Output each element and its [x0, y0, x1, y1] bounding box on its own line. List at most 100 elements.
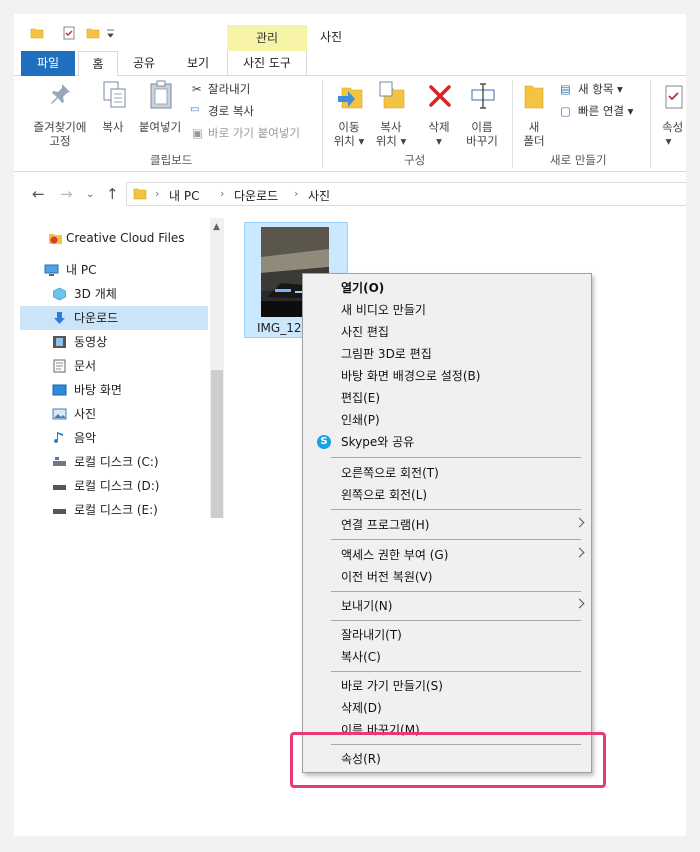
properties-label: 속성 [662, 120, 684, 134]
sidebar-item-desktop[interactable]: 바탕 화면 [20, 378, 208, 402]
properties-highlight-box [290, 732, 606, 788]
move-to-icon [338, 87, 363, 109]
delete-button[interactable]: 삭제 ▾ [422, 120, 456, 148]
ribbon-separator [512, 80, 513, 168]
tab-file[interactable]: 파일 [21, 51, 75, 76]
sidebar-item-drive-c[interactable]: 로컬 디스크 (C:) [20, 450, 208, 474]
menu-item-print[interactable]: 인쇄(P) [303, 409, 591, 431]
rename-button[interactable]: 이름 바꾸기 [462, 120, 502, 148]
breadcrumb-downloads[interactable]: 다운로드 [234, 187, 278, 204]
drive-icon [53, 457, 66, 466]
sidebar-item-pictures[interactable]: 사진 [20, 402, 208, 426]
copy-button[interactable]: 복사 [98, 120, 128, 134]
forward-arrow-icon[interactable]: → [60, 185, 73, 203]
creative-cloud-icon [49, 234, 62, 244]
sidebar-item-label: 3D 개체 [74, 287, 117, 301]
copy-to-line1: 복사 [380, 120, 402, 134]
sidebar-item-label: Creative Cloud Files [66, 231, 185, 245]
new-item-button[interactable]: 새 항목 ▾ [578, 82, 623, 96]
sidebar-scroll-thumb[interactable] [211, 370, 223, 518]
sidebar-item-creative-cloud[interactable]: Creative Cloud Files [20, 226, 208, 250]
cut-button[interactable]: 잘라내기 [208, 82, 250, 96]
menu-item-open[interactable]: 열기(O) [303, 277, 591, 299]
pin-label-line2: 고정 [49, 134, 71, 148]
new-folder-icon [524, 85, 544, 109]
back-arrow-icon[interactable]: ← [32, 185, 45, 203]
sidebar-item-documents[interactable]: 문서 [20, 354, 208, 378]
scissors-icon: ✂ [192, 82, 202, 96]
sidebar-item-3d-objects[interactable]: 3D 개체 [20, 282, 208, 306]
menu-item-label: 오른쪽으로 회전(T) [341, 466, 439, 480]
manage-context-tab[interactable]: 관리 [227, 25, 307, 51]
submenu-arrow-icon [574, 517, 585, 528]
breadcrumb-chevron-icon[interactable]: › [220, 187, 224, 200]
sidebar-item-label: 바탕 화면 [74, 383, 122, 397]
menu-item-photo-edit[interactable]: 사진 편집 [303, 321, 591, 343]
sidebar-item-this-pc[interactable]: 내 PC [20, 258, 208, 282]
drive-icon [53, 509, 66, 514]
move-to-button[interactable]: 이동 위치 ▾ [332, 120, 366, 148]
menu-item-rotate-left[interactable]: 왼쪽으로 회전(L) [303, 484, 591, 506]
explorer-window: 관리 사진 파일 홈 공유 보기 사진 도구 즐겨찾기에 고정 복사 붙여넣기 … [14, 14, 686, 836]
easy-access-button[interactable]: 빠른 연결 ▾ [578, 104, 633, 118]
up-arrow-icon[interactable]: ↑ [106, 185, 119, 203]
sidebar-item-downloads[interactable]: 다운로드 [20, 306, 208, 330]
sidebar-item-drive-e[interactable]: 로컬 디스크 (E:) [20, 498, 208, 522]
menu-item-label: 연결 프로그램(H) [341, 518, 430, 532]
submenu-arrow-icon [574, 598, 585, 609]
music-icon [54, 432, 63, 444]
paste-button[interactable]: 붙여넣기 [134, 120, 186, 134]
quick-access-dropdown-icon[interactable] [106, 26, 115, 40]
new-item-icon: ▤ [560, 82, 571, 96]
menu-item-give-access[interactable]: 액세스 권한 부여 (G) [303, 544, 591, 566]
sidebar-item-label: 로컬 디스크 (D:) [74, 479, 160, 493]
menu-item-restore-versions[interactable]: 이전 버전 복원(V) [303, 566, 591, 588]
menu-item-new-video[interactable]: 새 비디오 만들기 [303, 299, 591, 321]
copy-path-icon: ▭ [190, 104, 200, 115]
rename-line2: 바꾸기 [466, 134, 498, 148]
menu-item-create-shortcut[interactable]: 바로 가기 만들기(S) [303, 675, 591, 697]
paste-shortcut-button[interactable]: 바로 가기 붙여넣기 [208, 126, 300, 140]
scroll-up-icon[interactable]: ▲ [213, 222, 220, 232]
sidebar-item-label: 음악 [74, 431, 97, 445]
menu-item-copy[interactable]: 복사(C) [303, 646, 591, 668]
pin-to-quick-access-button[interactable]: 즐겨찾기에 고정 [28, 120, 92, 148]
breadcrumb-chevron-icon[interactable]: › [294, 187, 298, 200]
properties-dropdown-icon: ▾ [662, 134, 672, 148]
menu-item-paint3d[interactable]: 그림판 3D로 편집 [303, 343, 591, 365]
pc-icon [44, 264, 59, 276]
new-folder-button[interactable]: 새 폴더 [518, 120, 550, 148]
submenu-arrow-icon [574, 547, 585, 558]
address-bar[interactable]: › 내 PC › 다운로드 › 사진 [126, 182, 686, 206]
copy-path-button[interactable]: 경로 복사 [208, 104, 254, 118]
breadcrumb-pictures[interactable]: 사진 [308, 187, 330, 204]
delete-dropdown-icon: ▾ [436, 134, 442, 148]
sidebar-item-label: 다운로드 [74, 311, 119, 325]
copy-to-button[interactable]: 복사 위치 ▾ [374, 120, 408, 148]
recent-locations-icon[interactable]: ⌄ [86, 189, 94, 200]
menu-item-set-background[interactable]: 바탕 화면 배경으로 설정(B) [303, 365, 591, 387]
move-to-line1: 이동 [338, 120, 360, 134]
properties-button[interactable]: 속성 ▾ [662, 120, 686, 148]
copy-to-line2: 위치 ▾ [375, 134, 407, 148]
menu-item-send-to[interactable]: 보내기(N) [303, 595, 591, 617]
breadcrumb-chevron-icon[interactable]: › [155, 187, 159, 200]
sidebar-item-drive-d[interactable]: 로컬 디스크 (D:) [20, 474, 208, 498]
video-icon [53, 336, 66, 348]
tab-share[interactable]: 공유 [122, 51, 166, 76]
new-folder-quick-icon[interactable] [86, 26, 100, 40]
menu-item-rotate-right[interactable]: 오른쪽으로 회전(T) [303, 462, 591, 484]
properties-check-icon[interactable] [62, 26, 76, 40]
menu-item-open-with[interactable]: 연결 프로그램(H) [303, 514, 591, 536]
menu-item-skype-share[interactable]: S Skype와 공유 [303, 431, 591, 453]
sidebar-item-music[interactable]: 음악 [20, 426, 208, 450]
menu-item-edit[interactable]: 편집(E) [303, 387, 591, 409]
ribbon-tabs: 파일 홈 공유 보기 사진 도구 [14, 51, 686, 77]
menu-item-cut[interactable]: 잘라내기(T) [303, 624, 591, 646]
menu-item-delete[interactable]: 삭제(D) [303, 697, 591, 719]
tab-photo-tools[interactable]: 사진 도구 [227, 51, 307, 76]
breadcrumb-this-pc[interactable]: 내 PC [169, 187, 199, 204]
sidebar-item-videos[interactable]: 동영상 [20, 330, 208, 354]
tab-view[interactable]: 보기 [178, 51, 218, 76]
tab-home[interactable]: 홈 [78, 51, 118, 77]
